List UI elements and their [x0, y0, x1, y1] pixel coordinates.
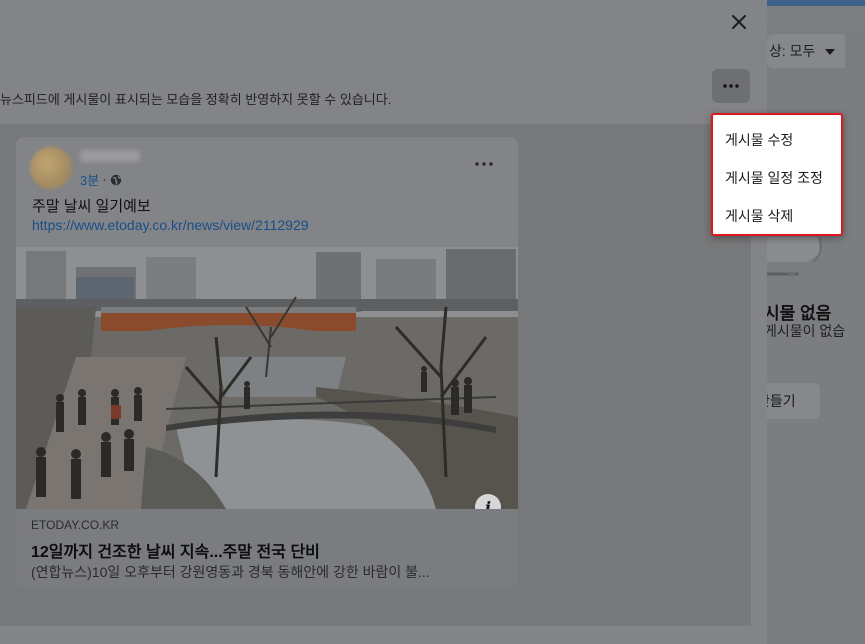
empty-state-illustration: [767, 236, 822, 277]
link-preview-image[interactable]: i: [16, 247, 518, 509]
link-preview-card[interactable]: ETODAY.CO.KR 12일까지 건조한 날씨 지속...주말 전국 단비 …: [16, 509, 518, 587]
post-more-button[interactable]: [472, 155, 496, 173]
menu-item-reschedule-post[interactable]: 게시물 일정 조정: [713, 159, 841, 197]
caret-down-icon: [825, 49, 836, 56]
avatar[interactable]: [30, 147, 72, 189]
post-time[interactable]: 3분: [80, 170, 99, 189]
more-horizontal-icon: [723, 84, 739, 88]
post-meta: 3분 ·: [80, 170, 122, 189]
more-options-button[interactable]: [712, 69, 750, 103]
meta-separator: ·: [102, 172, 107, 187]
close-button[interactable]: [726, 9, 752, 35]
author-name-blurred[interactable]: [80, 150, 140, 162]
preview-notice: 뉴스피드에 게시물이 표시되는 모습을 정확히 반영하지 못할 수 있습니다.: [0, 92, 392, 107]
post-preview-modal: 뉴스피드에 게시물이 표시되는 모습을 정확히 반영하지 못할 수 있습니다. …: [0, 0, 767, 644]
link-domain: ETODAY.CO.KR: [31, 518, 120, 532]
menu-item-edit-post[interactable]: 게시물 수정: [713, 121, 841, 159]
link-title: 12일까지 건조한 날씨 지속...주말 전국 단비: [31, 544, 320, 561]
post-text: 주말 날씨 일기예보: [32, 198, 151, 215]
post-card: 3분 · 주말 날씨 일기예보 https://www.etoday.co.kr…: [16, 137, 518, 587]
post-filter-label: 상: 모두: [769, 43, 816, 59]
post-link[interactable]: https://www.etoday.co.kr/news/view/21129…: [32, 217, 309, 233]
menu-item-delete-post[interactable]: 게시물 삭제: [713, 197, 841, 235]
create-post-button[interactable]: 만들기: [767, 383, 820, 419]
close-icon: [732, 15, 746, 29]
post-options-menu: 게시물 수정 게시물 일정 조정 게시물 삭제: [711, 113, 843, 236]
globe-icon[interactable]: [110, 174, 122, 186]
empty-state-subtitle: 게시물이 없습: [767, 323, 846, 339]
cheonggyecheon-photo: [16, 247, 518, 509]
post-filter-dropdown[interactable]: 상: 모두: [767, 34, 845, 68]
background-topbar: [767, 0, 865, 6]
more-horizontal-icon: [475, 162, 493, 166]
background-page: 상: 모두 시물 없음 게시물이 없습 만들기: [767, 0, 865, 644]
link-description: (연합뉴스)10일 오후부터 강원영동과 경북 동해안에 강한 바람이 불...: [31, 564, 430, 580]
